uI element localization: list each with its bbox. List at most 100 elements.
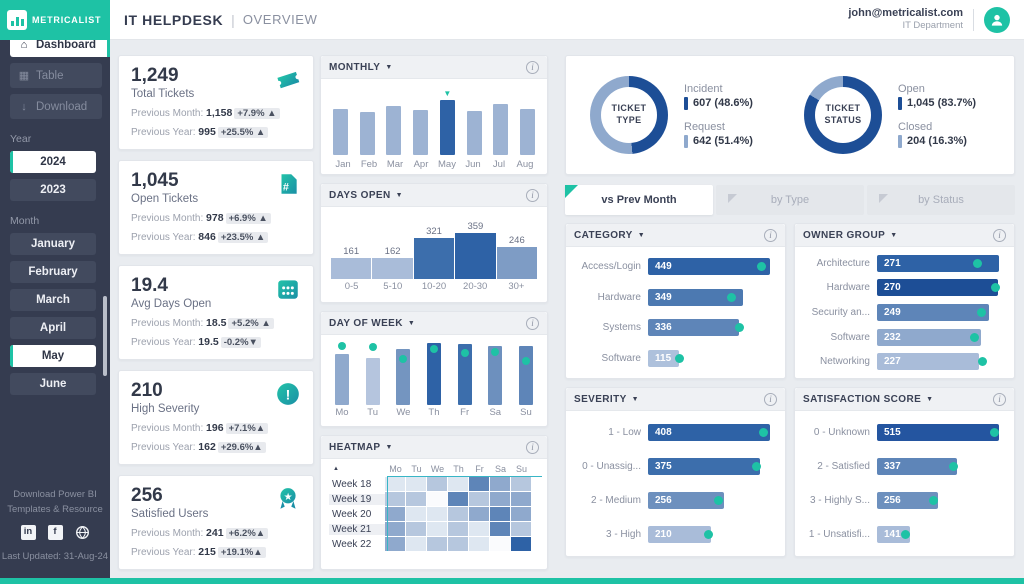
month-filter-february[interactable]: February: [10, 261, 96, 283]
severity-bar[interactable]: 408: [648, 424, 770, 441]
category-bar[interactable]: 336: [648, 319, 739, 336]
dropdown-icon[interactable]: ▼: [396, 192, 403, 199]
month-filter-may[interactable]: May: [10, 345, 96, 367]
days-open-bar[interactable]: [497, 247, 537, 279]
kpi-card-high-severity[interactable]: 210 High Severity ! Previous Month: 196+…: [118, 370, 314, 465]
heatmap-cell[interactable]: [511, 477, 531, 491]
heatmap-cell[interactable]: [469, 507, 489, 521]
monthly-bar[interactable]: [467, 111, 482, 155]
heatmap-cell[interactable]: [490, 537, 510, 551]
sort-arrow-icon[interactable]: ▲: [329, 466, 385, 472]
dropdown-icon[interactable]: ▼: [632, 396, 639, 403]
dropdown-icon[interactable]: ▼: [890, 232, 897, 239]
info-icon[interactable]: i: [764, 229, 777, 242]
month-filter-march[interactable]: March: [10, 289, 96, 311]
heatmap-cell[interactable]: [406, 522, 426, 536]
sidebar-item-download[interactable]: ↓ Download: [10, 94, 102, 119]
heatmap-cell[interactable]: [385, 537, 405, 551]
kpi-card-open-tickets[interactable]: 1,045 Open Tickets # Previous Month: 978…: [118, 160, 314, 255]
heatmap-cell[interactable]: [406, 492, 426, 506]
heatmap-row-label[interactable]: Week 18: [329, 479, 385, 490]
heatmap-cell[interactable]: [490, 522, 510, 536]
heatmap-cell[interactable]: [427, 507, 447, 521]
heatmap-cell[interactable]: [511, 522, 531, 536]
days-open-bar[interactable]: [455, 233, 495, 279]
heatmap-cell[interactable]: [385, 492, 405, 506]
heatmap-row-label[interactable]: Week 20: [329, 509, 385, 520]
monthly-bar[interactable]: [333, 109, 348, 155]
heatmap-cell[interactable]: [448, 492, 468, 506]
linkedin-icon[interactable]: in: [21, 525, 36, 540]
kpi-card-satisfied-users[interactable]: 256 Satisfied Users ★ Previous Month: 24…: [118, 475, 314, 570]
info-icon[interactable]: i: [526, 61, 539, 74]
heatmap-cell[interactable]: [469, 537, 489, 551]
heatmap-cell[interactable]: [385, 507, 405, 521]
dropdown-icon[interactable]: ▼: [638, 232, 645, 239]
dropdown-icon[interactable]: ▼: [385, 64, 392, 71]
tab-vs-prev-month[interactable]: vs Prev Month: [565, 185, 713, 215]
dropdown-icon[interactable]: ▼: [926, 396, 933, 403]
heatmap-cell[interactable]: [448, 522, 468, 536]
heatmap-cell[interactable]: [406, 537, 426, 551]
heatmap-cell[interactable]: [385, 522, 405, 536]
dropdown-icon[interactable]: ▼: [386, 444, 393, 451]
tab-by-status[interactable]: by Status: [867, 185, 1015, 215]
kpi-card-avg-days-open[interactable]: 19.4 Avg Days Open Previous Month: 18.5+…: [118, 265, 314, 360]
heatmap-cell[interactable]: [427, 522, 447, 536]
heatmap-cell[interactable]: [448, 477, 468, 491]
heatmap-row-label[interactable]: Week 22: [329, 539, 385, 550]
heatmap-cell[interactable]: [511, 507, 531, 521]
heatmap-row-label[interactable]: Week 19: [329, 494, 385, 505]
info-icon[interactable]: i: [764, 393, 777, 406]
day-of-week-bar[interactable]: [519, 346, 533, 405]
satisfaction-bar[interactable]: 337: [877, 458, 957, 475]
month-list-scrollbar[interactable]: [103, 296, 107, 376]
dropdown-icon[interactable]: ▼: [408, 320, 415, 327]
app-logo[interactable]: METRICALIST: [0, 0, 110, 40]
day-of-week-bar[interactable]: [335, 354, 349, 405]
monthly-bar[interactable]: [413, 110, 428, 155]
info-icon[interactable]: i: [993, 393, 1006, 406]
owner_group-bar[interactable]: 249: [877, 304, 989, 321]
category-bar[interactable]: 449: [648, 258, 770, 275]
monthly-bar[interactable]: [440, 100, 455, 155]
year-filter-2023[interactable]: 2023: [10, 179, 96, 201]
month-filter-january[interactable]: January: [10, 233, 96, 255]
day-of-week-bar[interactable]: [366, 358, 380, 405]
monthly-bar[interactable]: [386, 106, 401, 155]
heatmap-cell[interactable]: [511, 492, 531, 506]
kpi-card-total-tickets[interactable]: 1,249 Total Tickets Previous Month: 1,15…: [118, 55, 314, 150]
days-open-bar[interactable]: [331, 258, 371, 279]
heatmap-cell[interactable]: [490, 492, 510, 506]
heatmap-cell[interactable]: [469, 492, 489, 506]
heatmap-cell[interactable]: [511, 537, 531, 551]
month-filter-june[interactable]: June: [10, 373, 96, 395]
heatmap-cell[interactable]: [490, 477, 510, 491]
monthly-bar[interactable]: [493, 104, 508, 155]
heatmap-cell[interactable]: [469, 477, 489, 491]
ticket-status-donut[interactable]: TICKET STATUS: [804, 76, 882, 154]
severity-bar[interactable]: 210: [648, 526, 711, 543]
tab-by-type[interactable]: by Type: [716, 185, 864, 215]
monthly-bar[interactable]: [360, 112, 375, 155]
user-avatar-icon[interactable]: [984, 7, 1010, 33]
heatmap-row-label[interactable]: Week 21: [329, 524, 385, 535]
satisfaction-bar[interactable]: 515: [877, 424, 999, 441]
month-filter-april[interactable]: April: [10, 317, 96, 339]
globe-icon[interactable]: [75, 525, 90, 540]
info-icon[interactable]: i: [993, 229, 1006, 242]
heatmap-cell[interactable]: [427, 492, 447, 506]
heatmap-cell[interactable]: [490, 507, 510, 521]
owner_group-bar[interactable]: 270: [877, 279, 998, 296]
monthly-bar[interactable]: [520, 109, 535, 155]
facebook-icon[interactable]: f: [48, 525, 63, 540]
sidebar-item-table[interactable]: ▦ Table: [10, 63, 102, 88]
info-icon[interactable]: i: [526, 441, 539, 454]
heatmap-cell[interactable]: [448, 537, 468, 551]
heatmap-cell[interactable]: [427, 537, 447, 551]
severity-bar[interactable]: 256: [648, 492, 724, 509]
days-open-bar[interactable]: [414, 238, 454, 279]
heatmap-cell[interactable]: [469, 522, 489, 536]
heatmap-cell[interactable]: [385, 477, 405, 491]
heatmap-cell[interactable]: [427, 477, 447, 491]
